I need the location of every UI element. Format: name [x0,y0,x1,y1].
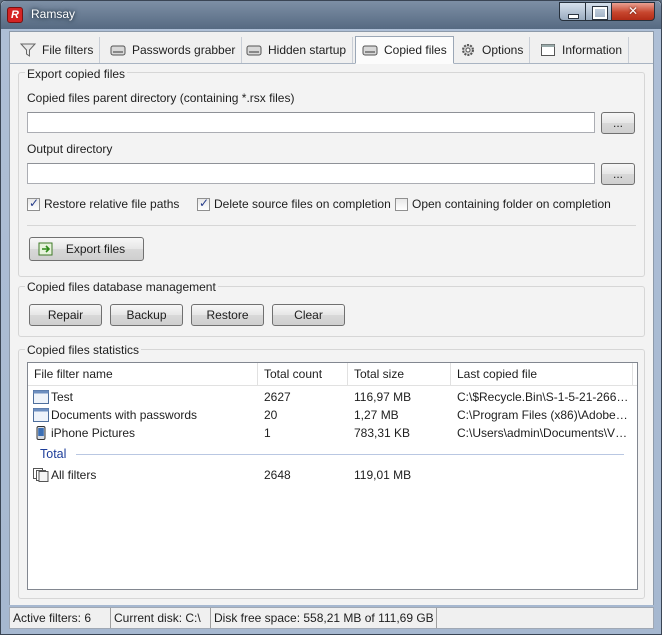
drive-icon [362,45,378,56]
status-active-filters: Active filters: 6 [10,608,111,628]
row-last-copied: C:\$Recycle.Bin\S-1-5-21-2665... [457,390,629,404]
export-files-label: Export files [65,242,126,256]
app-window: R Ramsay File filters Passwords grabber … [0,0,662,635]
app-logo-icon: R [7,7,23,23]
tab-label: Copied files [384,43,447,57]
restore-button[interactable]: Restore [191,304,264,326]
repair-button[interactable]: Repair [29,304,102,326]
row-name: iPhone Pictures [51,426,136,440]
checkbox-label: Open containing folder on completion [412,197,611,211]
tab-strip: File filters Passwords grabber Hidden st… [10,34,653,64]
output-dir-label: Output directory [27,142,113,156]
window-controls [559,2,655,21]
table-row[interactable]: Test 2627 116,97 MB C:\$Recycle.Bin\S-1-… [28,388,637,406]
tab-label: File filters [42,43,94,57]
row-count: 2627 [264,390,291,404]
export-group-title: Export copied files [25,67,128,81]
title-bar[interactable]: R Ramsay [1,1,661,29]
statistics-list[interactable]: File filter name Total count Total size … [27,362,638,590]
checkbox-label: Delete source files on completion [214,197,391,211]
row-count: 2648 [264,468,291,482]
restore-paths-checkbox[interactable]: Restore relative file paths [27,196,180,211]
drive-icon [246,45,262,56]
table-row[interactable]: iPhone Pictures 1 783,31 KB C:\Users\adm… [28,424,637,442]
output-dir-input[interactable] [27,163,595,184]
row-name: Documents with passwords [51,408,198,422]
checkbox-mark [395,197,408,211]
backup-button[interactable]: Backup [110,304,183,326]
row-size: 1,27 MB [354,408,399,422]
tab-label: Hidden startup [268,43,347,57]
gear-icon [462,44,474,56]
column-header-last[interactable]: Last copied file [451,363,633,386]
tab-label: Information [562,43,623,57]
row-last-copied: C:\Program Files (x86)\Adobe\A... [457,408,629,422]
window-icon [541,44,555,56]
tab-options[interactable]: Options [454,37,531,63]
column-header-size[interactable]: Total size [348,363,451,386]
export-icon [38,242,53,256]
window-title: Ramsay [31,7,76,21]
status-current-disk: Current disk: C:\ [111,608,211,628]
tab-passwords-grabber[interactable]: Passwords grabber [104,37,243,63]
status-bar: Active filters: 6 Current disk: C:\ Disk… [9,607,654,629]
row-name: Test [51,390,74,404]
group-divider [76,454,624,455]
row-size: 116,97 MB [354,390,412,404]
tab-file-filters[interactable]: File filters [14,37,101,63]
delete-source-checkbox[interactable]: Delete source files on completion [197,196,391,211]
phone-icon [36,426,46,440]
tab-label: Options [482,43,524,57]
table-row-total[interactable]: All filters 2648 119,01 MB [28,466,637,484]
column-header-count[interactable]: Total count [258,363,348,386]
export-files-button[interactable]: Export files [29,237,144,261]
row-count: 1 [264,426,271,440]
funnel-icon [20,43,36,57]
checkbox-label: Restore relative file paths [44,197,180,211]
row-name: All filters [51,468,97,482]
parent-dir-label: Copied files parent directory (containin… [27,91,295,105]
folder-window-icon [33,408,49,422]
parent-dir-input[interactable] [27,112,595,133]
list-header: File filter name Total count Total size … [28,363,637,386]
divider [27,225,636,226]
browse-parent-dir-button[interactable]: ... [601,112,635,134]
row-count: 20 [264,408,278,422]
main-panel: File filters Passwords grabber Hidden st… [9,31,654,605]
group-header-total: Total [28,445,637,463]
open-folder-checkbox[interactable]: Open containing folder on completion [395,197,611,211]
maximize-button[interactable] [585,2,611,21]
browse-output-dir-button[interactable]: ... [601,163,635,185]
row-size: 119,01 MB [354,468,412,482]
checkbox-mark [27,196,40,211]
statistics-group-title: Copied files statistics [25,343,142,357]
close-button[interactable] [611,2,655,21]
tab-copied-files[interactable]: Copied files [355,36,454,64]
status-disk-free: Disk free space: 558,21 MB of 111,69 GB [211,608,437,628]
row-last-copied: C:\Users\admin\Documents\Vnik... [457,426,629,440]
drive-icon [110,45,126,56]
total-group-label: Total [40,447,67,461]
stack-icon [33,468,49,482]
database-group-title: Copied files database management [25,280,218,294]
clear-button[interactable]: Clear [272,304,345,326]
table-row[interactable]: Documents with passwords 20 1,27 MB C:\P… [28,406,637,424]
tab-information[interactable]: Information [534,37,630,63]
folder-window-icon [33,390,49,404]
checkbox-mark [197,196,210,211]
minimize-button[interactable] [559,2,585,21]
tab-label: Passwords grabber [132,43,236,57]
row-size: 783,31 KB [354,426,411,440]
tab-hidden-startup[interactable]: Hidden startup [240,37,354,63]
column-header-name[interactable]: File filter name [28,363,258,386]
